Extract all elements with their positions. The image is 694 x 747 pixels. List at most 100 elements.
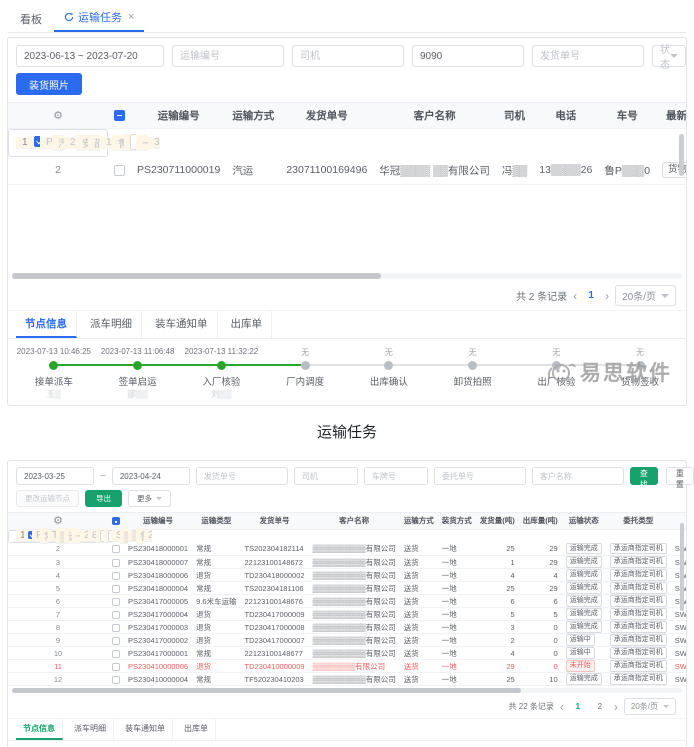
detail-tab-3[interactable]: 出库单 xyxy=(222,311,273,338)
tab-transport-task[interactable]: 运输任务 × xyxy=(54,5,144,32)
record-count: 共 2 条记录 xyxy=(516,288,567,303)
timeline-label: 出库确认 xyxy=(347,374,431,388)
table-row[interactable]: 1PS230713000037汽运23071100169490安徽▒▒▒▒▒▒▒… xyxy=(8,129,108,157)
next-page-icon2[interactable]: › xyxy=(614,700,618,714)
table-row[interactable]: 7PS230417000004退货TD230417000009▒▒▒▒▒▒▒▒▒… xyxy=(8,608,686,621)
horizontal-scrollbar2[interactable] xyxy=(12,688,682,693)
table-row[interactable]: 2PS230711000019汽运23071100169496华冠▒▒▒▒ ▒▒… xyxy=(8,157,686,185)
reset-button2[interactable]: 重置 xyxy=(666,467,694,485)
table-row[interactable]: 12PS230410000004常规TF520230410203▒▒▒▒▒▒▒▒… xyxy=(8,673,686,686)
date-from-input[interactable] xyxy=(16,467,94,485)
date-to-input[interactable] xyxy=(112,467,190,485)
timeline-label: 接单派车 xyxy=(12,374,96,388)
row-checkbox[interactable] xyxy=(114,165,125,176)
table-row[interactable]: 10PS230417000001常规22123100148677▒▒▒▒▒▒▒▒… xyxy=(8,647,686,660)
row-checkbox[interactable] xyxy=(112,559,120,567)
driver-input2[interactable] xyxy=(294,467,358,485)
table-row[interactable]: 6PS2304170000059.6米车运输22123100148676▒▒▒▒… xyxy=(8,595,686,608)
detail-tab-0[interactable]: 节点信息 xyxy=(16,719,63,740)
table-row[interactable]: 2PS230418000001常规TS202304182114▒▒▒▒▒▒▒▒▒… xyxy=(8,543,686,556)
table-row[interactable]: 1PS230425000002常规TF20230427001▒▒▒▒▒▒▒▒▒▒… xyxy=(8,530,108,543)
row-checkbox[interactable] xyxy=(112,663,120,671)
plate-input[interactable] xyxy=(364,467,428,485)
ship-no-input[interactable] xyxy=(532,45,644,67)
next-page-icon[interactable]: › xyxy=(605,289,609,303)
change-node-button[interactable]: 更改运输节点 xyxy=(16,490,79,507)
timeline-dot-icon xyxy=(49,361,58,370)
row-checkbox[interactable] xyxy=(34,136,40,147)
status-select[interactable]: 状态 xyxy=(652,45,686,67)
loading-photo-button[interactable]: 装货照片 xyxy=(16,73,82,95)
settings-icon[interactable]: ⚙ xyxy=(14,109,102,122)
vertical-scrollbar2[interactable] xyxy=(680,523,684,611)
timeline-time: 2023-07-13 10:46:25 xyxy=(12,347,96,359)
driver-input[interactable] xyxy=(292,45,404,67)
more-button[interactable]: 更多 xyxy=(128,490,171,507)
row-checkbox[interactable] xyxy=(112,624,120,632)
row-checkbox[interactable] xyxy=(112,585,120,593)
table-row[interactable]: 8PS230417000003退货TD230417000008▒▒▒▒▒▒▒▒▒… xyxy=(8,621,686,634)
page-number-2[interactable]: 2 xyxy=(592,702,608,711)
search-button2[interactable]: 查找 xyxy=(630,467,658,485)
page-number[interactable]: 1 xyxy=(583,290,599,301)
row-checkbox[interactable] xyxy=(112,676,120,684)
page-size-select[interactable]: 20条/页 xyxy=(615,285,676,306)
date-range-input[interactable] xyxy=(16,45,164,67)
column-header: 运输方式 xyxy=(400,513,438,529)
task-table-wrap: ⚙运输编号运输方式发货单号客户名称司机电话车号最新状态卸货方式发货量(吨)1PS… xyxy=(8,102,686,281)
horizontal-scrollbar[interactable] xyxy=(12,273,682,279)
timeline-operator: 刘▒▒ xyxy=(180,388,264,399)
settings-icon[interactable]: ⚙ xyxy=(12,514,104,527)
timeline-label: 卸货拍照 xyxy=(431,374,515,388)
status-badge: 承运商指定司机 xyxy=(610,543,667,554)
detail-tab-2[interactable]: 装车通知单 xyxy=(146,311,218,338)
vehicle-input[interactable] xyxy=(412,45,524,67)
tab-dashboard[interactable]: 看板 xyxy=(10,7,52,32)
row-checkbox[interactable] xyxy=(28,531,32,539)
page-number-1[interactable]: 1 xyxy=(570,702,586,711)
ship-no-input2[interactable] xyxy=(196,467,288,485)
page-size-select2[interactable]: 20条/页 xyxy=(624,698,676,715)
detail-tab-1[interactable]: 派车明细 xyxy=(81,311,142,338)
column-header: 运输方式 xyxy=(226,103,280,128)
prev-page-icon2[interactable]: ‹ xyxy=(560,700,564,714)
detail-tab-2[interactable]: 装车通知单 xyxy=(118,719,173,740)
column-header: 客户名称 xyxy=(309,513,400,529)
status-detail-tabs: 节点信息派车明细装车通知单出库单 xyxy=(8,718,686,741)
row-checkbox[interactable] xyxy=(112,598,120,606)
row-checkbox[interactable] xyxy=(112,545,120,553)
consign-no-input[interactable] xyxy=(434,467,526,485)
table-row[interactable]: 11PS230410000006退货TD230410000009▒▒▒▒▒▒▒▒… xyxy=(8,660,686,673)
timeline-operator xyxy=(598,388,682,399)
export-button[interactable]: 导出 xyxy=(85,490,122,507)
timeline-dot-icon xyxy=(133,361,142,370)
close-tab-icon[interactable]: × xyxy=(128,11,134,23)
refresh-icon[interactable] xyxy=(64,12,74,22)
timeline-label: 货物签收 xyxy=(598,374,682,388)
select-all-checkbox[interactable] xyxy=(114,110,125,121)
transport-status-panel: ~ 查找 重置 更改运输节点 导出 更多 ⚙运输编号运输类型发货单号客户名称运输… xyxy=(7,460,687,747)
transport-no-input[interactable] xyxy=(172,45,284,67)
column-header: 运输状态 xyxy=(562,513,606,529)
row-checkbox[interactable] xyxy=(112,650,120,658)
prev-page-icon[interactable]: ‹ xyxy=(573,289,577,303)
row-checkbox[interactable] xyxy=(112,637,120,645)
customer-input[interactable] xyxy=(532,467,624,485)
table-row[interactable]: 9PS230417000002退货TD230417000007▒▒▒▒▒▒▒▒▒… xyxy=(8,634,686,647)
table-row[interactable]: 3PS230418000007常规22123100148672▒▒▒▒▒▒▒▒▒… xyxy=(8,556,686,569)
page-size-value2: 20条/页 xyxy=(631,701,658,712)
column-header: 运输编号 xyxy=(131,103,226,128)
detail-tab-3[interactable]: 出库单 xyxy=(177,719,216,740)
select-all-checkbox[interactable] xyxy=(112,517,120,525)
table-row[interactable]: 4PS230418000006退货TD230418000002▒▒▒▒▒▒▒▒▒… xyxy=(8,569,686,582)
detail-tab-1[interactable]: 派车明细 xyxy=(67,719,114,740)
vertical-scrollbar[interactable] xyxy=(679,134,684,176)
detail-tab-0[interactable]: 节点信息 xyxy=(16,311,77,338)
column-header: 委托类型 xyxy=(606,513,671,529)
row-checkbox[interactable] xyxy=(112,611,120,619)
table-header-row: ⚙运输编号运输方式发货单号客户名称司机电话车号最新状态卸货方式发货量(吨) xyxy=(8,103,686,128)
row-checkbox[interactable] xyxy=(112,572,120,580)
status-badge: 承运商指定司机 xyxy=(610,634,667,645)
status-badge: 运输完成 xyxy=(566,543,602,554)
table-row[interactable]: 5PS230418000004常规TS202304181106▒▒▒▒▒▒▒▒▒… xyxy=(8,582,686,595)
